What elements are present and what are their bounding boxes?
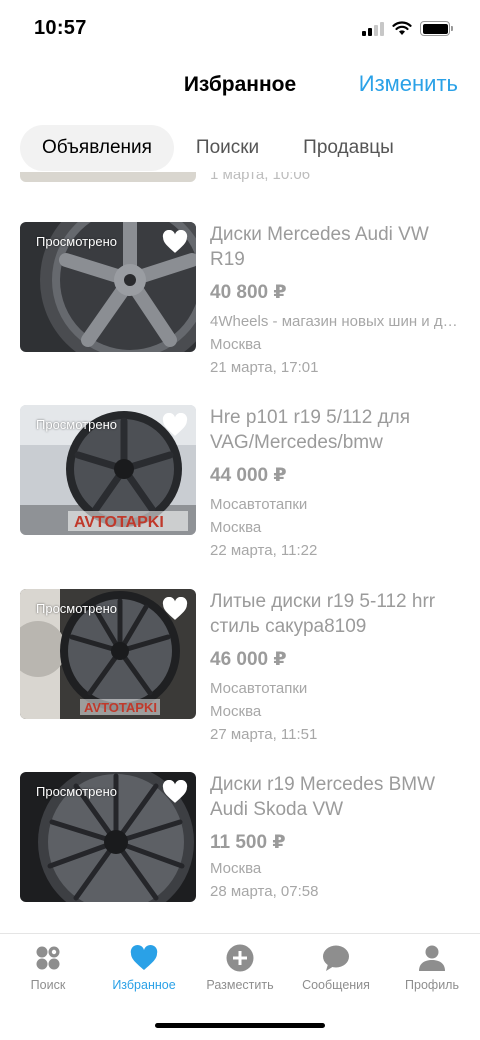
viewed-badge: Просмотрено	[36, 784, 118, 799]
listing-title: Hre p101 r19 5/112 для VAG/Mercedes/bmw	[210, 407, 411, 453]
battery-icon	[420, 21, 453, 36]
viewed-badge: Просмотрено	[36, 601, 118, 616]
tab-label: Избранное	[112, 978, 176, 992]
listing-title: Диски r19 Mercedes BMW Audi Skoda VW	[210, 774, 436, 820]
listing-info: Hre p101 r19 5/112 для VAG/Mercedes/bmw …	[210, 405, 465, 560]
tab-label: Профиль	[405, 978, 459, 992]
listing-seller: 4Wheels - магазин новых шин и дисков	[210, 313, 465, 330]
favorite-heart-icon[interactable]	[162, 597, 188, 621]
plus-circle-icon	[226, 944, 254, 972]
segment-searches[interactable]: Поиски	[174, 125, 281, 171]
listing-info: Диски r19 Mercedes BMW Audi Skoda VW 11 …	[210, 772, 465, 901]
list-item[interactable]: Просмотрено Диски Mercedes Audi VW R19 4…	[0, 222, 480, 382]
tab-label: Сообщения	[302, 978, 370, 992]
status-icons	[362, 21, 453, 36]
listing-thumbnail[interactable]: AVTOTAPKI Просмотрено	[20, 589, 196, 719]
edit-button[interactable]: Изменить	[359, 71, 458, 97]
segmented-control: Объявления Поиски Продавцы	[20, 125, 416, 171]
listing-thumbnail[interactable]: Просмотрено	[20, 772, 196, 902]
segment-sellers[interactable]: Продавцы	[281, 125, 416, 171]
listing-city: Москва	[210, 703, 262, 720]
segment-listings[interactable]: Объявления	[20, 125, 174, 171]
wifi-icon	[392, 21, 412, 35]
listing-seller: Мосавтотапки	[210, 496, 308, 513]
listing-thumbnail[interactable]: AVTOTAPKI Просмотрено	[20, 405, 196, 535]
watermark-logo: AVTOTAPKI	[84, 700, 157, 715]
listing-price: 11 500 ₽	[210, 832, 286, 853]
listing-price: 46 000 ₽	[210, 649, 287, 670]
list-item[interactable]: AVTOTAPKI Просмотрено Литые диски r19 5-…	[0, 589, 480, 749]
status-bar: 10:57	[0, 0, 480, 58]
listing-city: Москва	[210, 860, 262, 877]
viewed-badge: Просмотрено	[36, 417, 118, 432]
listing-price: 40 800 ₽	[210, 282, 287, 303]
watermark-logo: AVTOTAPKI	[74, 514, 164, 531]
tab-label: Поиск	[30, 978, 66, 992]
listing-city: Москва	[210, 336, 262, 353]
favorite-heart-icon[interactable]	[162, 230, 188, 254]
viewed-badge: Просмотрено	[36, 234, 118, 249]
listing-info: Диски Mercedes Audi VW R19 40 800 ₽ 4Whe…	[210, 222, 465, 377]
listing-city: Москва	[210, 519, 262, 536]
list-item[interactable]: Просмотрено Диски r19 Mercedes BMW Audi …	[0, 772, 480, 932]
favorite-heart-icon[interactable]	[162, 413, 188, 437]
tab-profile[interactable]: Профиль	[384, 944, 480, 992]
listing-title: Диски Mercedes Audi VW R19	[210, 224, 429, 270]
tab-post-ad[interactable]: Разместить	[192, 944, 288, 992]
listing-date: 22 марта, 11:22	[210, 542, 318, 559]
person-icon	[419, 945, 445, 971]
home-indicator	[155, 1023, 325, 1028]
listing-date: 28 марта, 07:58	[210, 883, 319, 900]
partial-item-date: 1 марта, 10:06	[210, 172, 311, 183]
tab-favorites[interactable]: Избранное	[96, 944, 192, 992]
cellular-signal-icon	[362, 21, 384, 36]
partial-item-thumbnail[interactable]	[20, 172, 196, 182]
favorite-heart-icon[interactable]	[162, 780, 188, 804]
list-item[interactable]: AVTOTAPKI Просмотрено Hre p101 r19 5/112…	[0, 405, 480, 565]
favorites-list[interactable]: 1 марта, 10:06 Просмотрено Диски Mercede…	[0, 172, 480, 932]
listing-thumbnail[interactable]: Просмотрено	[20, 222, 196, 352]
listing-price: 44 000 ₽	[210, 465, 287, 486]
tab-messages[interactable]: Сообщения	[288, 944, 384, 992]
listing-date: 27 марта, 11:51	[210, 726, 318, 743]
listing-seller: Мосавтотапки	[210, 680, 308, 697]
listing-date: 21 марта, 17:01	[210, 359, 319, 376]
listing-title: Литые диски r19 5-112 hrr стиль сакура81…	[210, 591, 436, 637]
listing-info: Литые диски r19 5-112 hrr стиль сакура81…	[210, 589, 465, 744]
tab-search[interactable]: Поиск	[0, 944, 96, 992]
search-dots-icon	[36, 946, 60, 970]
heart-icon	[130, 945, 158, 970]
status-time: 10:57	[34, 17, 87, 39]
tab-label: Разместить	[206, 978, 274, 992]
chat-bubble-icon	[323, 945, 349, 971]
